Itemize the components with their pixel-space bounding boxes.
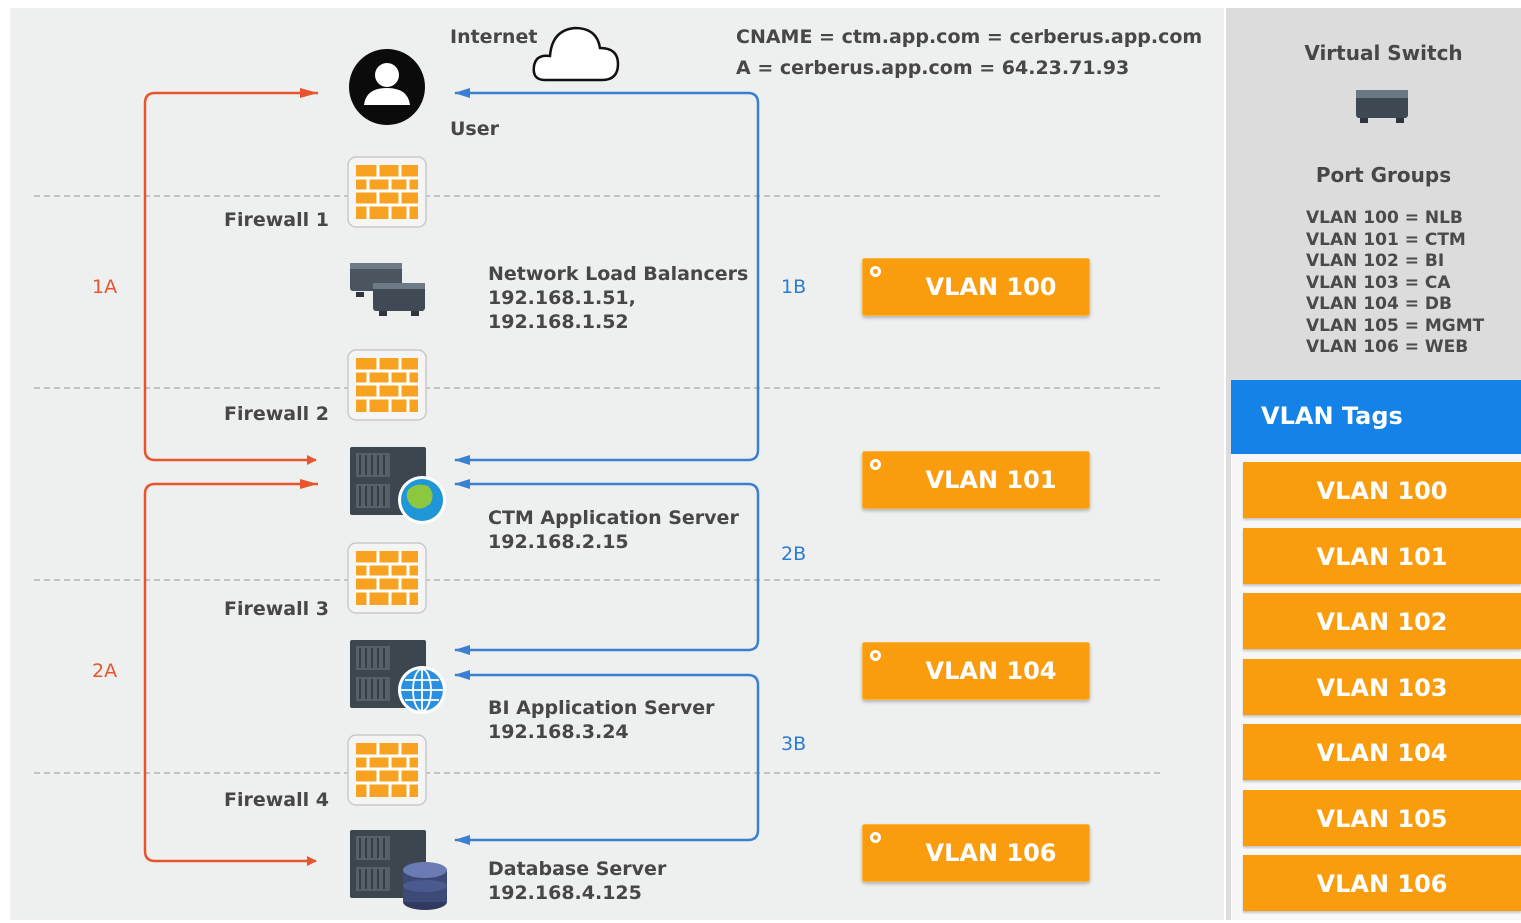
firewall-1-icon: [347, 156, 427, 228]
database-server-icon: [350, 830, 447, 910]
cloud-icon: [532, 26, 620, 82]
ctm-server-title: CTM Application Server: [488, 507, 739, 529]
firewall-4-icon: [347, 734, 427, 806]
virtual-switch-title: Virtual Switch: [1304, 41, 1463, 65]
vlan-tag-list: VLAN 100 VLAN 101 VLAN 102 VLAN 103 VLAN…: [1231, 454, 1521, 920]
port-group-mapping: VLAN 106 = WEB: [1306, 337, 1469, 357]
vlan-tag-103[interactable]: VLAN 103: [1243, 659, 1521, 715]
vlan-badge-bi[interactable]: VLAN 104: [862, 642, 1090, 700]
port-group-mapping: VLAN 103 = CA: [1306, 272, 1451, 293]
network-switch-icon: [1356, 90, 1408, 123]
vlan-badge-nlb[interactable]: VLAN 100: [862, 258, 1090, 316]
database-server-title: Database Server: [488, 858, 667, 880]
port-groups-title: Port Groups: [1315, 163, 1452, 187]
dns-a-record-line: A = cerberus.app.com = 64.23.71.93: [736, 57, 1130, 79]
firewall-2-label: Firewall 2: [224, 403, 329, 425]
bi-server-ip: 192.168.3.24: [488, 721, 629, 743]
port-group-mapping: VLAN 100 = NLB: [1306, 208, 1463, 228]
load-balancer-icon: [350, 263, 425, 316]
vlan-tag-label: VLAN 103: [1316, 674, 1448, 702]
port-group-mapping: VLAN 102 = BI: [1306, 251, 1445, 271]
vlan-tag-104[interactable]: VLAN 104: [1243, 724, 1521, 780]
vlan-badge-label: VLAN 100: [925, 273, 1057, 301]
route-label-2a: 2A: [92, 660, 118, 682]
vlan-tag-101[interactable]: VLAN 101: [1243, 528, 1521, 584]
vlan-tag-102[interactable]: VLAN 102: [1243, 593, 1521, 649]
vlan-badge-label: VLAN 106: [925, 839, 1057, 867]
vlan-tag-label: VLAN 105: [1316, 805, 1448, 833]
vlan-tag-106[interactable]: VLAN 106: [1243, 855, 1521, 911]
nlb-title: Network Load Balancers: [488, 263, 749, 285]
route-label-1a: 1A: [92, 276, 118, 298]
vlan-tag-label: VLAN 100: [1316, 477, 1448, 505]
vlan-tag-label: VLAN 104: [1316, 739, 1448, 767]
nlb-label: Network Load Balancers 192.168.1.51, 192…: [488, 262, 748, 334]
vlan-badge-ctm[interactable]: VLAN 101: [862, 451, 1090, 509]
database-server-ip: 192.168.4.125: [488, 882, 642, 904]
firewall-3-label: Firewall 3: [224, 598, 329, 620]
port-group-mapping: VLAN 104 = DB: [1306, 294, 1452, 314]
vlan-tags-title: VLAN Tags: [1261, 402, 1403, 430]
internet-label: Internet: [450, 26, 538, 48]
vlan-tag-label: VLAN 101: [1316, 543, 1448, 571]
ctm-server-icon: [350, 447, 446, 524]
port-group-mapping: VLAN 101 = CTM: [1306, 229, 1466, 250]
vlan-tag-100[interactable]: VLAN 100: [1243, 462, 1521, 518]
route-label-2b: 2B: [781, 543, 807, 565]
nlb-ip-2: 192.168.1.52: [488, 311, 629, 333]
firewall-3-icon: [347, 542, 427, 614]
vlan-badge-label: VLAN 101: [925, 466, 1057, 494]
bi-server-label: BI Application Server 192.168.3.24: [488, 696, 715, 744]
vlan-badge-db[interactable]: VLAN 106: [862, 824, 1090, 882]
firewall-2-icon: [347, 349, 427, 421]
bi-server-title: BI Application Server: [488, 697, 715, 719]
database-server-label: Database Server 192.168.4.125: [488, 857, 666, 905]
firewall-4-label: Firewall 4: [224, 789, 329, 811]
dns-cname-line: CNAME = ctm.app.com = cerberus.app.com: [736, 26, 1203, 48]
user-label: User: [450, 118, 499, 140]
vlan-tag-label: VLAN 102: [1316, 608, 1448, 636]
ctm-server-ip: 192.168.2.15: [488, 531, 629, 553]
vlan-badge-label: VLAN 104: [925, 657, 1057, 685]
vlan-tags-header: VLAN Tags: [1231, 380, 1521, 454]
bi-server-icon: [350, 640, 446, 714]
port-group-mapping: VLAN 105 = MGMT: [1306, 315, 1485, 336]
firewall-1-label: Firewall 1: [224, 209, 329, 231]
ctm-server-label: CTM Application Server 192.168.2.15: [488, 506, 739, 554]
nlb-ip-1: 192.168.1.51,: [488, 287, 636, 309]
user-avatar-icon: [349, 49, 425, 125]
vlan-tag-105[interactable]: VLAN 105: [1243, 790, 1521, 846]
route-label-3b: 3B: [781, 733, 807, 755]
route-label-1b: 1B: [781, 276, 807, 298]
vlan-tag-label: VLAN 106: [1316, 870, 1448, 898]
port-group-list: VLAN 100 = NLB VLAN 101 = CTM VLAN 102 =…: [1306, 208, 1484, 359]
